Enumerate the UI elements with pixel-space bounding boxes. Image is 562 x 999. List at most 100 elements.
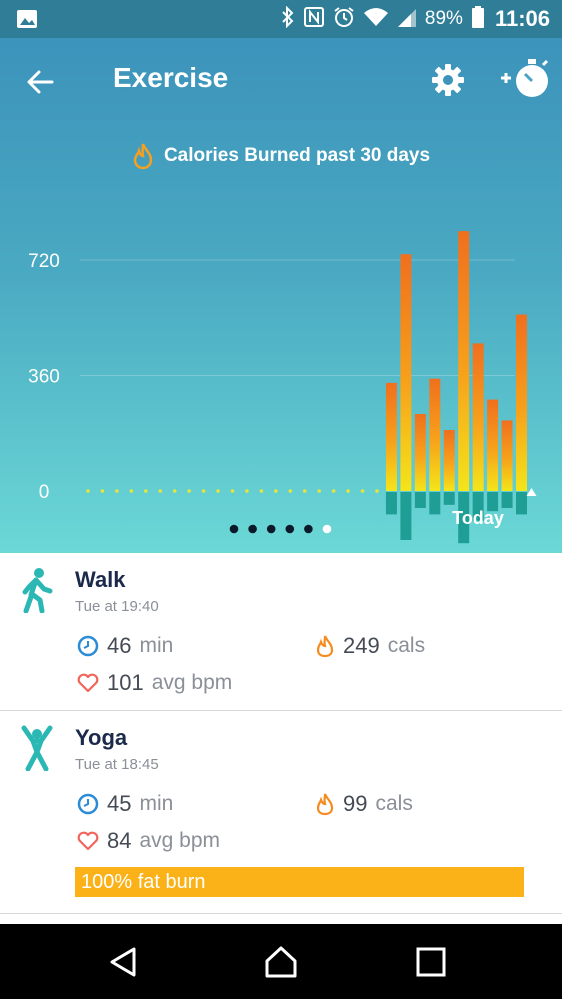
pager-dot[interactable] [229,524,239,534]
duration-unit: min [139,634,174,657]
bar-reflection [443,492,455,505]
yoga-icon [20,725,54,776]
calories-unit: cals [387,634,426,657]
calorie-bar [400,254,412,491]
heart-icon [77,673,99,693]
exercise-header: Exercise Calories Burned past 30 days 72… [0,38,562,553]
zero-day-dot [158,489,163,493]
status-clock: 11:06 [494,6,550,31]
exercise-name: Yoga [75,725,128,750]
calories-stat: 99 cals [315,791,413,817]
zero-day-dot [259,489,264,493]
pager-dot[interactable] [304,524,313,534]
zero-day-dot [100,489,105,493]
exercise-item-yoga[interactable]: Yoga Tue at 18:45 45 min 99 cals 84 avg … [0,711,562,914]
nfc-icon [303,6,325,33]
zero-day-dot [302,489,307,493]
home-icon [265,946,297,978]
calorie-bar [429,378,441,491]
y-tick-label: 0 [39,482,50,503]
battery-percent: 89% [424,8,463,29]
zero-day-dot [230,489,235,493]
zero-day-dot [172,489,177,493]
wifi-icon [363,6,389,33]
calorie-bar [443,430,455,491]
duration-value: 46 [107,633,132,658]
exercise-name: Walk [75,567,126,592]
calorie-bar [487,399,499,491]
zero-day-dot [201,489,206,493]
zero-day-dot [129,489,134,493]
exercise-list: Walk Tue at 19:40 46 min 249 cals 101 av… [0,553,562,914]
zero-day-dot [144,489,148,493]
bpm-unit: avg bpm [139,829,221,852]
heart-rate-stat: 101 avg bpm [77,670,232,696]
back-triangle-icon [110,947,136,977]
nav-back-button[interactable] [106,944,142,980]
bar-reflection [414,492,426,508]
bpm-value: 84 [107,828,132,853]
pager-dot[interactable] [285,524,295,534]
y-tick-label: 360 [28,367,60,388]
heart-icon [77,831,99,851]
pager-dot-active[interactable] [322,524,332,534]
duration-unit: min [139,792,174,815]
zero-day-dot [245,489,249,493]
duration-value: 45 [107,791,132,816]
zero-day-dot [317,489,322,493]
gallery-icon [16,9,38,34]
system-nav-bar [0,924,562,999]
calorie-bar [472,343,484,491]
flame-icon [316,793,334,816]
signal-icon [397,6,417,33]
calorie-bar [501,420,513,491]
exercise-item-walk[interactable]: Walk Tue at 19:40 46 min 249 cals 101 av… [0,553,562,711]
walk-icon [20,567,54,618]
calorie-bar [385,382,397,491]
calories-stat: 249 cals [315,633,425,659]
duration-stat: 45 min [77,791,173,817]
zero-day-dot [187,489,191,493]
recents-icon [416,947,446,977]
exercise-time: Tue at 18:45 [75,756,159,773]
x-label-today: Today [452,508,504,528]
zero-day-dot [216,489,220,493]
pager-dot[interactable] [248,524,257,534]
nav-recents-button[interactable] [413,944,449,980]
clock-icon [77,793,99,815]
bar-reflection [516,492,527,515]
calories-value: 99 [343,791,368,816]
nav-home-button[interactable] [263,944,299,980]
zero-day-dot [360,489,365,493]
calorie-bar [458,231,470,491]
alarm-icon [333,6,355,33]
zero-day-dot [331,489,336,493]
bar-reflection [429,492,441,515]
y-tick-label: 720 [28,251,60,272]
calories-unit: cals [375,792,413,815]
bluetooth-icon [281,5,295,33]
zero-day-dot [274,489,278,493]
zero-day-dot [86,489,90,493]
bar-reflection [400,492,412,540]
exercise-time: Tue at 19:40 [75,598,159,615]
duration-stat: 46 min [77,633,173,659]
calories-chart: 720 360 0 Today [28,231,537,544]
zero-day-dot [288,489,293,493]
status-bar: 89% 11:06 [0,0,562,38]
zero-day-dot [115,489,119,493]
heart-rate-stat: 84 avg bpm [77,828,220,854]
bar-reflection [385,492,397,515]
zero-day-dot [346,489,350,493]
pager-dot[interactable] [266,524,276,534]
today-marker-icon [526,488,537,496]
flame-icon [316,635,334,658]
calorie-bar [414,414,426,491]
bar-reflection [501,492,513,508]
battery-icon [471,5,485,34]
bpm-unit: avg bpm [151,671,233,694]
fat-burn-bar: 100% fat burn [75,867,524,897]
calorie-bar [516,314,527,491]
zero-day-dot [375,489,379,493]
bpm-value: 101 [107,670,144,695]
